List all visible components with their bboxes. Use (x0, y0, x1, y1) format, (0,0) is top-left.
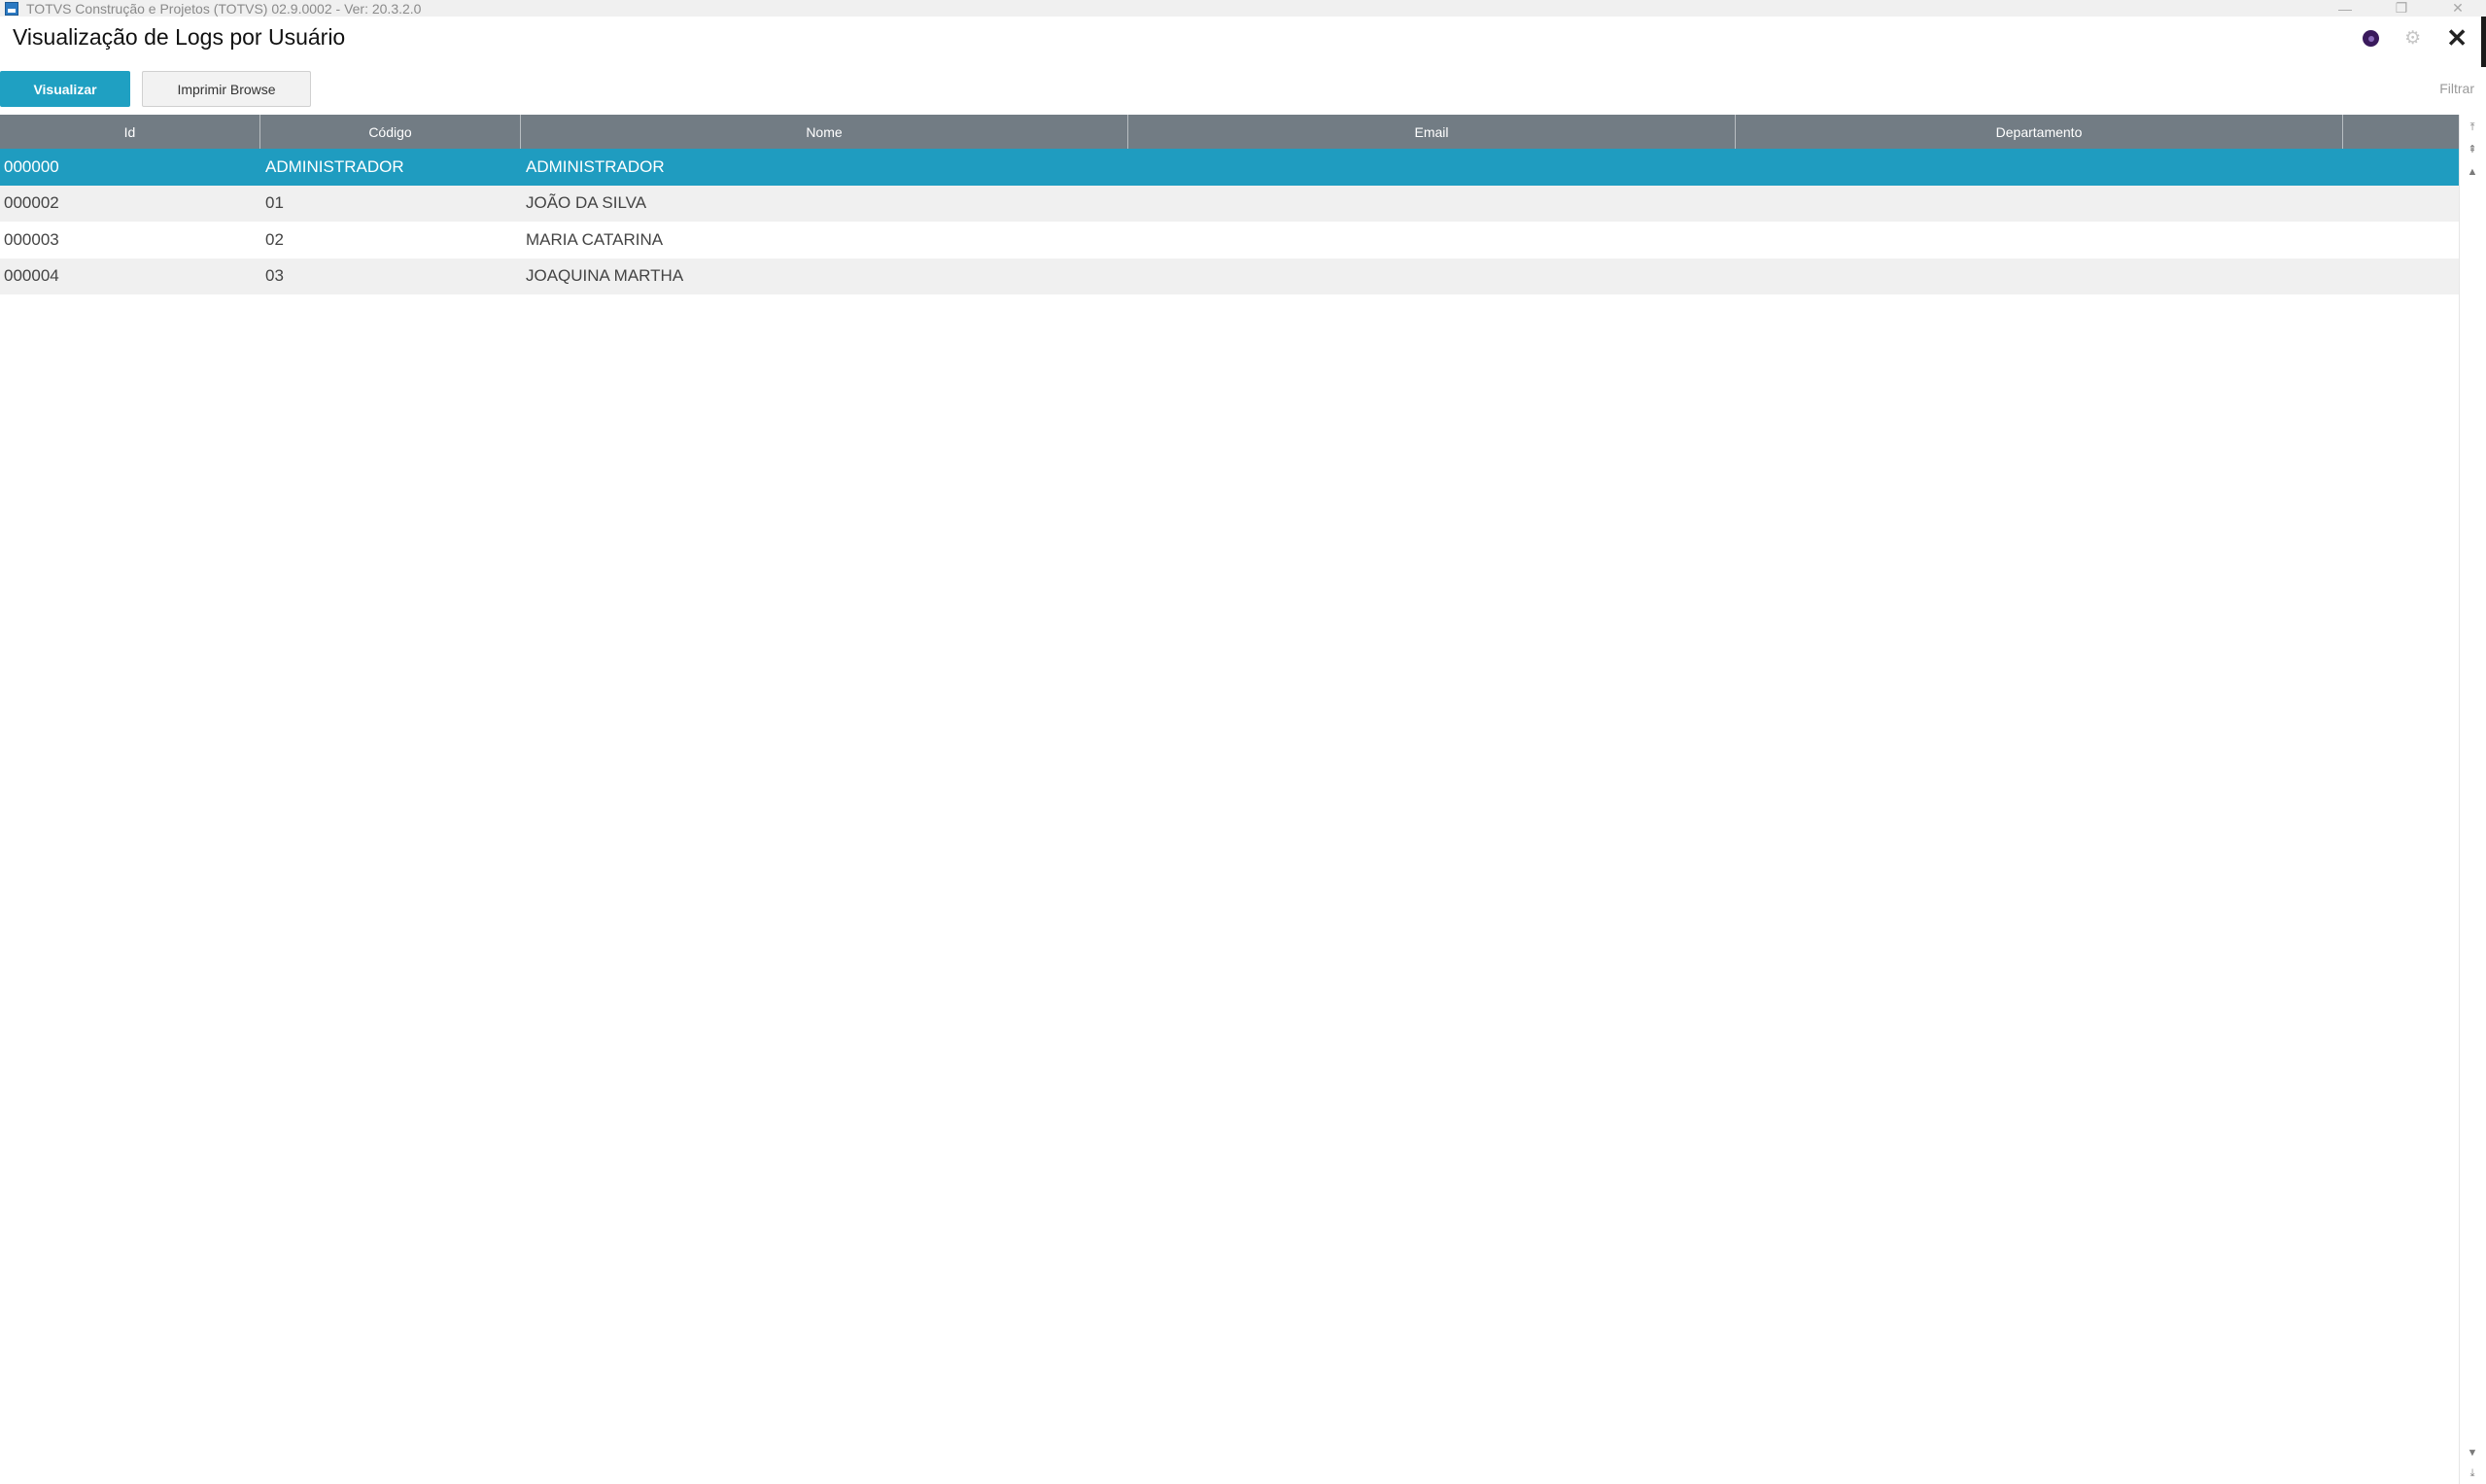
cell-id: 000002 (4, 193, 59, 213)
column-header-departamento[interactable]: Departamento (1736, 115, 2343, 149)
page-title: Visualização de Logs por Usuário (13, 24, 346, 50)
column-header-email[interactable]: Email (1128, 115, 1736, 149)
cell-nome: ADMINISTRADOR (526, 156, 665, 176)
close-icon[interactable]: ✕ (2446, 25, 2468, 51)
cell-codigo: 02 (265, 229, 284, 249)
cell-codigo: ADMINISTRADOR (265, 156, 404, 176)
toolbar: Visualizar Imprimir Browse Filtrar (0, 71, 2486, 108)
table-row[interactable]: 000000 ADMINISTRADOR ADMINISTRADOR (0, 149, 2459, 186)
minimize-button[interactable]: — (2317, 0, 2373, 17)
vertical-scrollbar[interactable]: ⤒ ⇞ ▲ ▼ ⤓ (2459, 115, 2486, 1484)
table-row[interactable]: 000003 02 MARIA CATARINA (0, 222, 2459, 259)
column-header-id[interactable]: Id (0, 115, 260, 149)
scroll-page-up-button[interactable]: ⇞ (2464, 141, 2481, 158)
column-header-filler (2343, 115, 2459, 149)
page-header: Visualização de Logs por Usuário ⚙ ✕ (0, 17, 2486, 67)
profile-icon[interactable] (2363, 30, 2380, 47)
window-controls: — ❐ ✕ (2317, 0, 2486, 17)
window-close-button[interactable]: ✕ (2430, 0, 2486, 17)
table-row[interactable]: 000004 03 JOAQUINA MARTHA (0, 258, 2459, 294)
header-actions: ⚙ ✕ (2363, 25, 2468, 51)
cell-nome: JOAQUINA MARTHA (526, 266, 684, 286)
cell-nome: MARIA CATARINA (526, 229, 664, 249)
table-row[interactable]: 000002 01 JOÃO DA SILVA (0, 185, 2459, 222)
gear-icon[interactable]: ⚙ (2404, 29, 2421, 48)
scroll-down-button[interactable]: ▼ (2464, 1444, 2481, 1462)
scroll-up-button[interactable]: ▲ (2464, 163, 2481, 181)
users-grid: Id Código Nome Email Departamento 000000… (0, 115, 2459, 1484)
grid-body: 000000 ADMINISTRADOR ADMINISTRADOR 00000… (0, 149, 2459, 294)
window-title: TOTVS Construção e Projetos (TOTVS) 02.9… (26, 0, 422, 17)
window-titlebar: TOTVS Construção e Projetos (TOTVS) 02.9… (0, 0, 2486, 17)
print-browse-button[interactable]: Imprimir Browse (142, 71, 311, 107)
cell-codigo: 01 (265, 193, 284, 213)
filter-link[interactable]: Filtrar (2439, 81, 2474, 96)
cell-id: 000003 (4, 229, 59, 249)
cell-nome: JOÃO DA SILVA (526, 193, 647, 213)
column-header-codigo[interactable]: Código (260, 115, 521, 149)
grid-header: Id Código Nome Email Departamento (0, 115, 2459, 149)
visualizar-button[interactable]: Visualizar (0, 71, 130, 107)
cell-id: 000004 (4, 266, 59, 286)
app-icon (5, 1, 18, 16)
scroll-top-button[interactable]: ⤒ (2464, 119, 2481, 136)
scroll-bottom-button[interactable]: ⤓ (2464, 1465, 2481, 1482)
cell-id: 000000 (4, 156, 59, 176)
restore-button[interactable]: ❐ (2373, 0, 2430, 17)
column-header-nome[interactable]: Nome (521, 115, 1128, 149)
cell-codigo: 03 (265, 266, 284, 286)
